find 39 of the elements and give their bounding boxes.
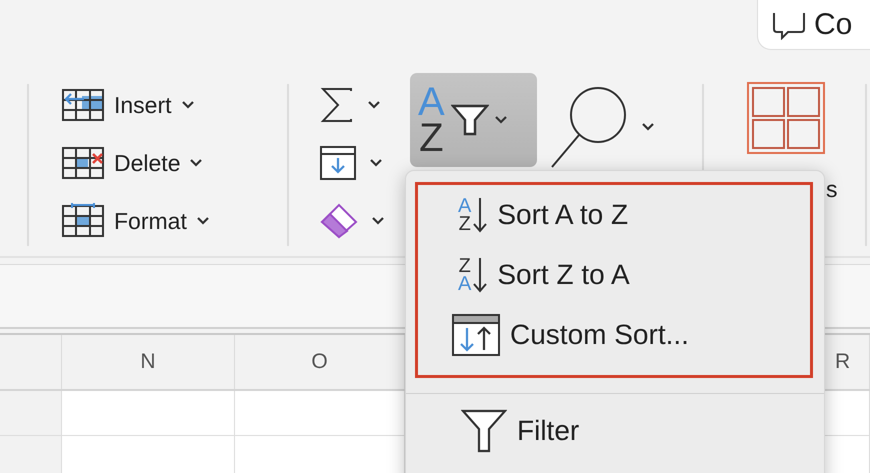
fill-down-icon bbox=[320, 145, 356, 181]
row-header[interactable] bbox=[0, 391, 62, 435]
sort-letters-icon: Z A bbox=[458, 257, 472, 293]
grid-icon[interactable] bbox=[747, 82, 825, 154]
chevron-down-icon bbox=[196, 217, 209, 225]
ribbon-button[interactable]: Delete bbox=[62, 140, 287, 186]
chevron-down-icon bbox=[182, 101, 194, 109]
eraser-icon bbox=[320, 203, 358, 239]
sum-icon bbox=[320, 87, 354, 123]
chevron-down-icon bbox=[642, 123, 654, 131]
sort-letters-icon: A Z bbox=[458, 197, 472, 233]
row-header[interactable] bbox=[0, 436, 62, 473]
column-header[interactable]: O bbox=[311, 350, 328, 374]
chevron-down-icon bbox=[372, 217, 384, 225]
comments-button[interactable]: Co bbox=[757, 0, 870, 50]
comment-icon bbox=[772, 10, 806, 40]
down-arrow-icon bbox=[473, 196, 488, 234]
chevron-down-icon bbox=[190, 159, 202, 167]
chevron-down-icon bbox=[368, 101, 380, 109]
menu-item[interactable]: Z A Sort Z to A bbox=[418, 245, 810, 305]
sort-letters-icon: A Z bbox=[418, 84, 445, 156]
ribbon-button[interactable]: Insert bbox=[62, 82, 287, 128]
ribbon-button[interactable]: Format bbox=[62, 198, 287, 244]
column-header[interactable]: N bbox=[140, 350, 156, 374]
menu-item[interactable]: A Z Sort A to Z bbox=[418, 185, 810, 245]
menu-item[interactable]: Custom Sort... bbox=[418, 305, 810, 365]
chevron-down-icon bbox=[370, 159, 382, 167]
down-arrow-icon bbox=[473, 256, 488, 294]
ribbon-label: s bbox=[826, 176, 838, 203]
menu-item[interactable]: Filter bbox=[406, 401, 824, 461]
insert-cells-icon bbox=[62, 87, 104, 123]
delete-cells-icon bbox=[62, 145, 104, 181]
column-header[interactable]: R bbox=[835, 350, 850, 374]
search-icon bbox=[550, 85, 628, 169]
custom-sort-icon bbox=[452, 314, 500, 356]
chevron-down-icon bbox=[494, 116, 507, 124]
filter-icon bbox=[461, 409, 507, 453]
format-cells-icon bbox=[62, 203, 104, 239]
sort-filter-button[interactable]: A Z bbox=[410, 73, 537, 167]
